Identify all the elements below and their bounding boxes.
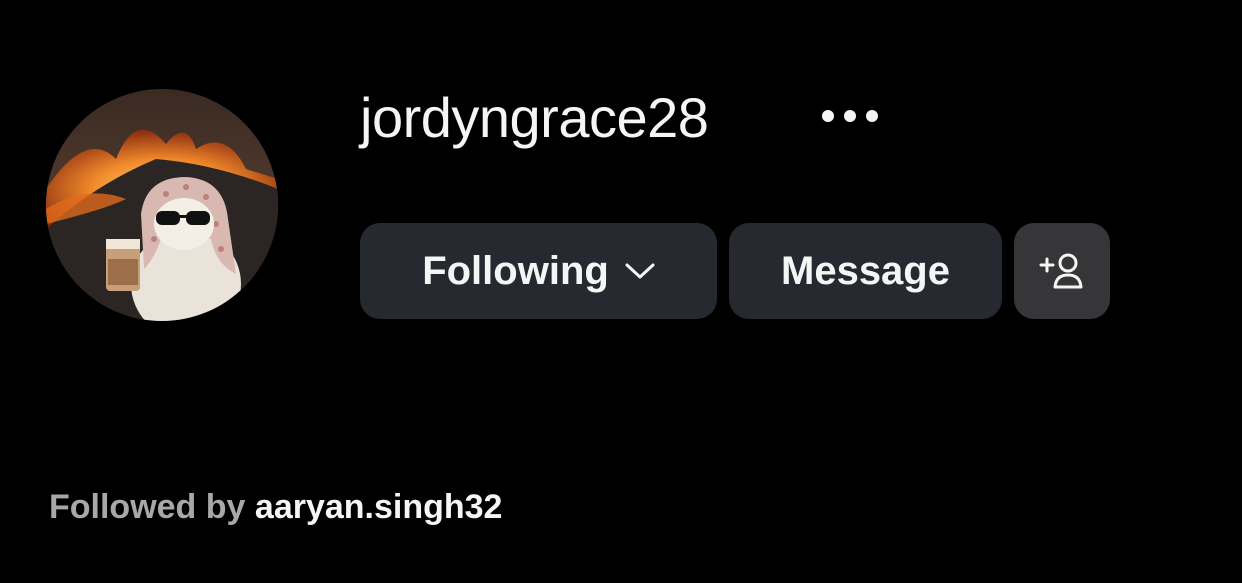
chevron-down-icon — [625, 262, 655, 280]
avatar-image — [46, 89, 278, 321]
followed-by-prefix: Followed by — [49, 488, 246, 526]
followed-by-text: Followed by aaryan.singh32 — [49, 488, 502, 527]
ellipsis-icon — [822, 110, 878, 122]
message-label: Message — [781, 248, 950, 293]
message-button[interactable]: Message — [729, 223, 1002, 319]
following-button[interactable]: Following — [360, 223, 717, 319]
add-person-icon — [1039, 253, 1083, 289]
follower-username-link[interactable]: aaryan.singh32 — [255, 488, 503, 526]
profile-header: jordyngrace28 Following Message Followed… — [0, 0, 1242, 583]
profile-avatar[interactable] — [46, 89, 278, 321]
following-label: Following — [422, 248, 609, 293]
profile-username: jordyngrace28 — [360, 85, 709, 149]
more-options-button[interactable] — [808, 92, 892, 140]
add-user-button[interactable] — [1014, 223, 1110, 319]
